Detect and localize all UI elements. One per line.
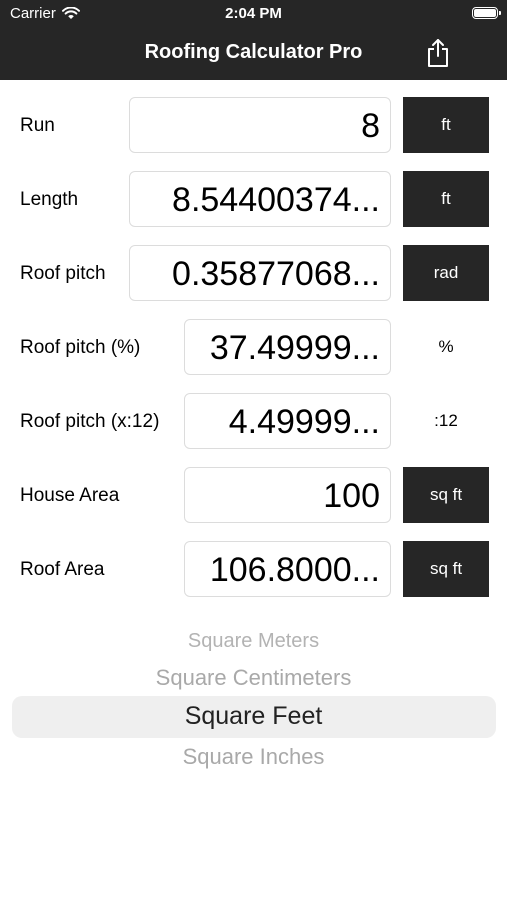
run-unit-button[interactable]: ft (403, 97, 489, 153)
row-roof-pitch-percent: Roof pitch (%) 37.49999... % (0, 319, 507, 377)
roof-pitch-x12-unit: :12 (434, 411, 458, 430)
share-icon[interactable] (425, 38, 451, 68)
row-length: Length 8.54400374... ft (0, 171, 507, 229)
row-run: Run 8 ft (0, 97, 507, 155)
run-input[interactable]: 8 (129, 97, 391, 153)
roof-pitch-x12-input[interactable]: 4.49999... (184, 393, 391, 449)
picker-item[interactable]: Square Inches (0, 744, 507, 770)
house-area-unit-button[interactable]: sq ft (403, 467, 489, 523)
roof-pitch-percent-input[interactable]: 37.49999... (184, 319, 391, 375)
row-roof-pitch: Roof pitch 0.35877068... rad (0, 245, 507, 303)
length-input[interactable]: 8.54400374... (129, 171, 391, 227)
roof-pitch-label: Roof pitch (20, 263, 106, 284)
length-label: Length (20, 189, 79, 210)
row-roof-area: Roof Area 106.8000... sq ft (0, 541, 507, 599)
picker-item-selected[interactable]: Square Feet (0, 702, 507, 731)
roof-pitch-unit-button[interactable]: rad (403, 245, 489, 301)
unit-picker[interactable]: Square Meters Square Centimeters Square … (0, 622, 507, 792)
length-unit-button[interactable]: ft (403, 171, 489, 227)
house-area-label: House Area (20, 485, 120, 506)
roof-pitch-percent-unit: % (438, 337, 454, 356)
roof-area-unit-button[interactable]: sq ft (403, 541, 489, 597)
row-roof-pitch-x12: Roof pitch (x:12) 4.49999... :12 (0, 393, 507, 451)
roof-area-label: Roof Area (20, 559, 105, 580)
row-house-area: House Area 100 sq ft (0, 467, 507, 525)
run-label: Run (20, 115, 55, 136)
status-time: 2:04 PM (225, 5, 282, 22)
roof-area-input[interactable]: 106.8000... (184, 541, 391, 597)
picker-item[interactable]: Square Meters (0, 630, 507, 653)
roof-pitch-x12-label: Roof pitch (x:12) (20, 411, 160, 432)
battery-icon (472, 7, 501, 19)
house-area-input[interactable]: 100 (184, 467, 391, 523)
picker-item[interactable]: Square Centimeters (0, 665, 507, 691)
roof-pitch-percent-label: Roof pitch (%) (20, 337, 141, 358)
top-bar: Carrier 2:04 PM Roofing Calculator Pro (0, 0, 507, 80)
roof-pitch-input[interactable]: 0.35877068... (129, 245, 391, 301)
